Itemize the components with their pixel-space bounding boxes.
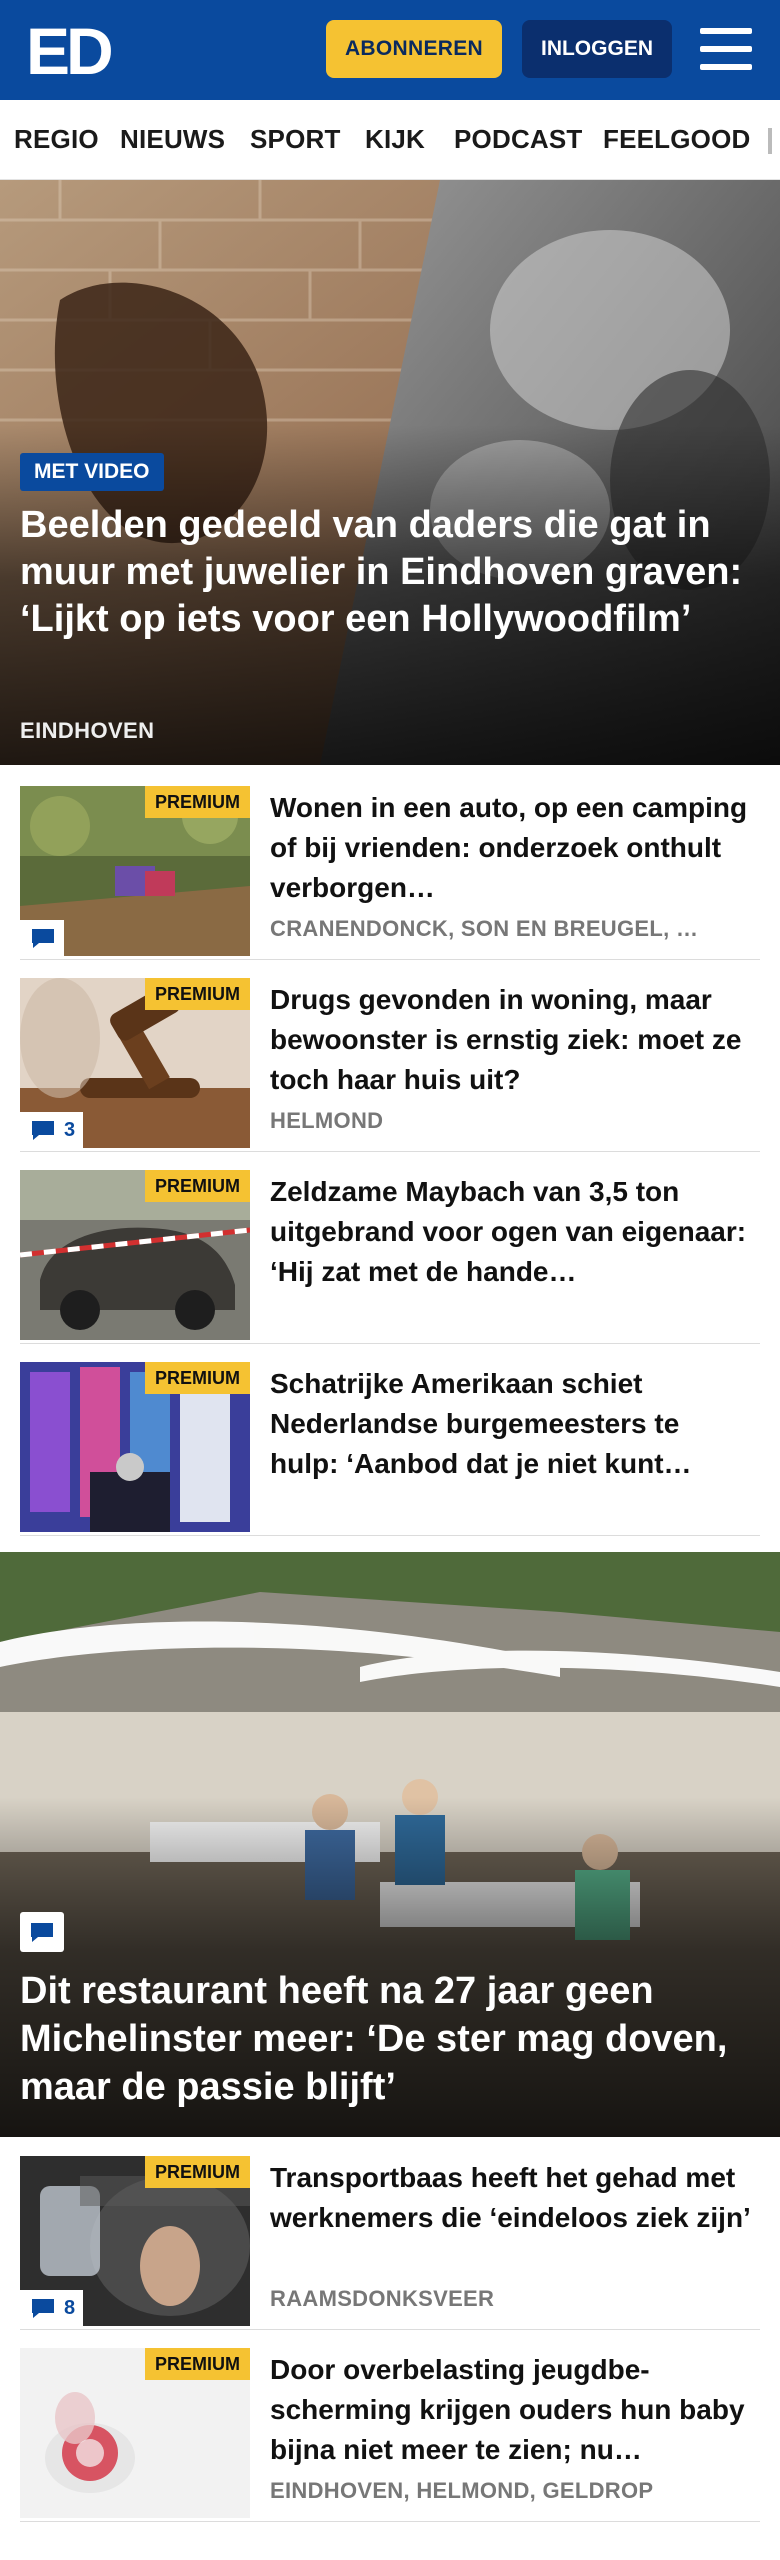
feature-article[interactable]: Dit restaurant heeft na 27 jaar geen Mic…	[0, 1552, 780, 2137]
login-button[interactable]: INLOGGEN	[522, 20, 672, 78]
premium-badge: PREMIUM	[145, 1170, 250, 1202]
premium-badge: PREMIUM	[145, 2348, 250, 2380]
menu-line	[700, 28, 752, 34]
section-nav: REGIO NIEUWS SPORT KIJK PODCAST FEELGOOD	[0, 100, 780, 180]
hero-location: EINDHOVEN	[20, 718, 155, 743]
nav-overflow-divider	[768, 128, 772, 154]
article-location: EINDHOVEN, HELMOND, GELDROP	[270, 2478, 654, 2503]
article-title[interactable]: Schatrijke Amerikaan schiet Nederlandse …	[270, 1364, 755, 1484]
comments-badge[interactable]: 3	[20, 1112, 84, 1148]
article-location: CRANENDONCK, SON EN BREUGEL, …	[270, 916, 699, 941]
nav-item-nieuws[interactable]: NIEUWS	[120, 124, 225, 155]
comment-icon	[32, 929, 54, 948]
article-title[interactable]: Zeldzame Maybach van 3,5 ton uitgebrand …	[270, 1172, 755, 1292]
hamburger-menu-icon[interactable]	[700, 26, 752, 72]
nav-item-kijk[interactable]: KIJK	[365, 124, 425, 155]
list-item[interactable]: PREMIUM Door overbelasting jeugdbe­scher…	[20, 2332, 760, 2522]
nav-item-regio[interactable]: REGIO	[14, 124, 99, 155]
article-thumbnail: PREMIUM	[20, 2348, 250, 2518]
premium-badge: PREMIUM	[145, 978, 250, 1010]
article-thumbnail: PREMIUM 3	[20, 978, 250, 1148]
nav-item-podcast[interactable]: PODCAST	[454, 124, 583, 155]
hero-article[interactable]: MET VIDEO Beelden gedeeld van daders die…	[0, 180, 780, 765]
comment-icon	[32, 2299, 54, 2318]
comments-badge[interactable]	[20, 920, 64, 956]
comment-count: 3	[64, 1118, 76, 1141]
subscribe-button[interactable]: ABONNEREN	[326, 20, 502, 78]
list-item[interactable]: PREMIUM Schatrijke Amerikaan schiet Nede…	[20, 1346, 760, 1536]
article-location: RAAMSDONKSVEER	[270, 2286, 495, 2311]
list-item[interactable]: PREMIUM Zeldzame Maybach van 3,5 ton uit…	[20, 1154, 760, 1344]
video-badge: MET VIDEO	[20, 453, 164, 491]
comments-badge[interactable]	[20, 1912, 64, 1952]
hero-headline[interactable]: Beelden gedeeld van daders die gat in mu…	[20, 502, 765, 643]
ed-logo[interactable]: ED	[26, 18, 116, 80]
comment-icon	[31, 1923, 53, 1942]
list-item[interactable]: PREMIUM 8 Transportbaas heeft het gehad …	[20, 2140, 760, 2330]
article-title[interactable]: Transportbaas heeft het gehad met werkne…	[270, 2158, 755, 2238]
nav-item-sport[interactable]: SPORT	[250, 124, 341, 155]
article-thumbnail: PREMIUM	[20, 1362, 250, 1532]
menu-line	[700, 46, 752, 52]
list-item[interactable]: PREMIUM Wonen in een auto, op een campin…	[20, 770, 760, 960]
top-header: ED ABONNEREN INLOGGEN	[0, 0, 780, 100]
article-title[interactable]: Drugs gevonden in woning, maar bewoonste…	[270, 980, 755, 1100]
article-thumbnail: PREMIUM 8	[20, 2156, 250, 2326]
premium-badge: PREMIUM	[145, 786, 250, 818]
nav-item-feelgood[interactable]: FEELGOOD	[603, 124, 751, 155]
article-thumbnail: PREMIUM	[20, 1170, 250, 1340]
premium-badge: PREMIUM	[145, 1362, 250, 1394]
article-thumbnail: PREMIUM	[20, 786, 250, 956]
svg-text:ED: ED	[26, 18, 111, 80]
comments-badge[interactable]: 8	[20, 2290, 84, 2326]
menu-line	[700, 64, 752, 70]
article-title[interactable]: Door overbelasting jeugdbe­scherming kri…	[270, 2350, 755, 2470]
list-item[interactable]: PREMIUM 3 Drugs gevonden in woning, maar…	[20, 962, 760, 1152]
comment-count: 8	[64, 2296, 76, 2319]
article-title[interactable]: Wonen in een auto, op een camping of bij…	[270, 788, 755, 908]
feature-headline[interactable]: Dit restaurant heeft na 27 jaar geen Mic…	[20, 1967, 765, 2111]
comment-icon	[32, 1121, 54, 1140]
premium-badge: PREMIUM	[145, 2156, 250, 2188]
article-location: HELMOND	[270, 1108, 384, 1133]
